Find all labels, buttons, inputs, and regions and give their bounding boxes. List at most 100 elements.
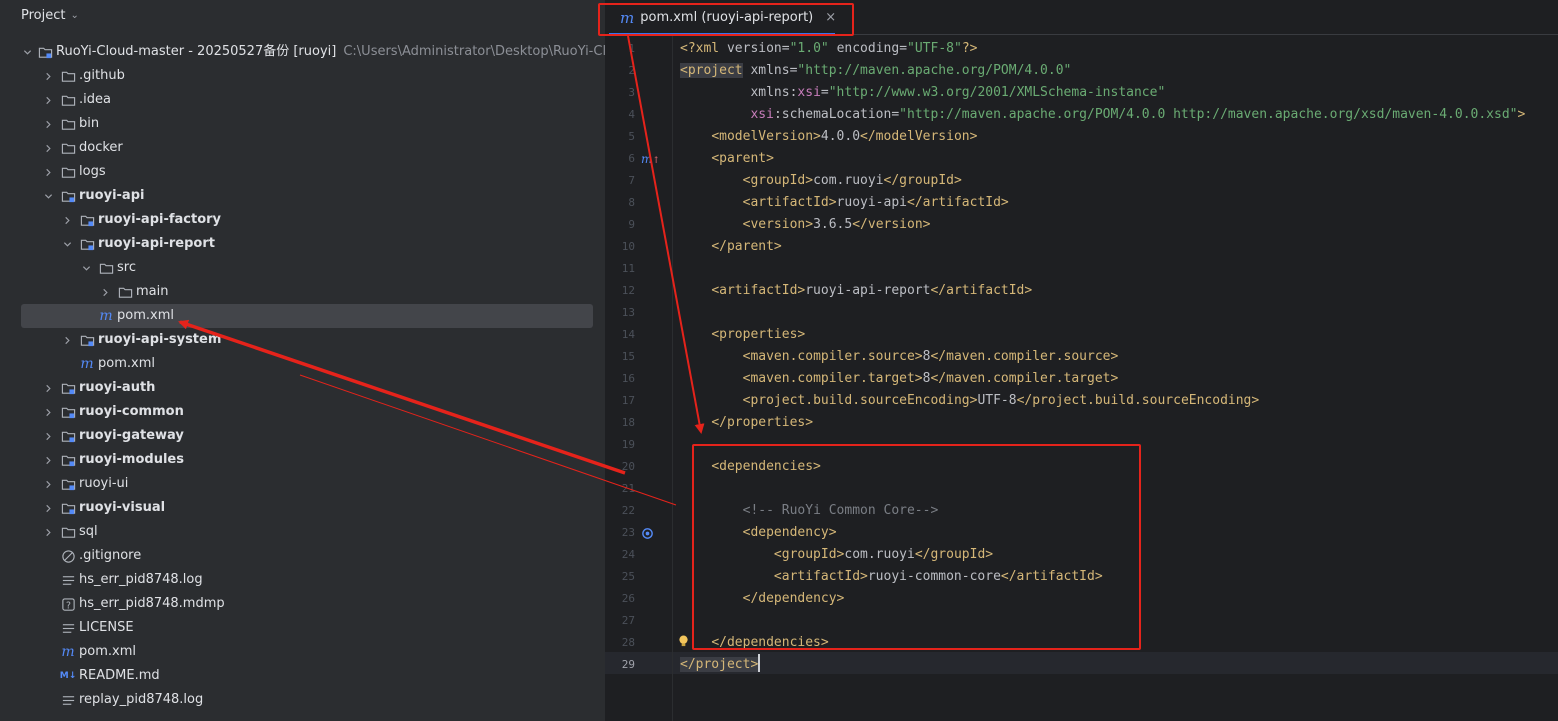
tree-item-label: hs_err_pid8748.mdmp	[79, 596, 225, 611]
tree-item[interactable]: ruoyi-api	[0, 184, 605, 208]
tree-item[interactable]: M↓ README.md	[0, 664, 605, 688]
code-line[interactable]: </parent>	[680, 236, 781, 258]
lightbulb-icon[interactable]	[678, 630, 689, 652]
tree-item[interactable]: src	[0, 256, 605, 280]
code-line[interactable]: <?xml version="1.0" encoding="UTF-8"?>	[680, 38, 977, 60]
tree-item[interactable]: ruoyi-common	[0, 400, 605, 424]
tree-item[interactable]: bin	[0, 112, 605, 136]
tree-item[interactable]: .github	[0, 64, 605, 88]
tree-item-label: .github	[79, 68, 125, 83]
tree-item[interactable]: ruoyi-gateway	[0, 424, 605, 448]
chevron-right-icon[interactable]	[42, 94, 54, 106]
tab-pom-xml-ruoyi-api-report[interactable]: m pom.xml (ruoyi-api-report) ×	[605, 0, 855, 35]
code-line[interactable]: <project.build.sourceEncoding>UTF-8</pro…	[680, 390, 1260, 412]
chevron-right-icon[interactable]	[42, 406, 54, 418]
module-folder-icon	[79, 236, 95, 252]
code-line[interactable]: xmlns:xsi="http://www.w3.org/2001/XMLSch…	[680, 82, 1165, 104]
chevron-right-icon[interactable]	[42, 118, 54, 130]
code-line[interactable]: <artifactId>ruoyi-api</artifactId>	[680, 192, 1009, 214]
tree-item-label: ruoyi-api-factory	[98, 212, 222, 227]
code-line[interactable]: <dependency>	[680, 522, 837, 544]
chevron-right-icon[interactable]	[42, 166, 54, 178]
chevron-right-icon[interactable]	[42, 454, 54, 466]
chevron-right-icon[interactable]	[42, 526, 54, 538]
tree-item[interactable]: hs_err_pid8748.log	[0, 568, 605, 592]
folder-icon	[60, 92, 76, 108]
code-token: 4.0.0	[820, 129, 861, 144]
code-line[interactable]: <groupId>com.ruoyi</groupId>	[680, 544, 993, 566]
chevron-right-icon[interactable]	[61, 334, 73, 346]
code-line[interactable]: <artifactId>ruoyi-common-core</artifactI…	[680, 566, 1103, 588]
code-token: ruoyi-api	[836, 195, 907, 210]
tree-item-label: .gitignore	[79, 548, 142, 563]
chevron-right-icon[interactable]	[42, 382, 54, 394]
code-line[interactable]: <dependencies>	[680, 456, 821, 478]
code-line[interactable]: </dependencies>	[680, 632, 829, 654]
tree-item-label: LICENSE	[79, 620, 134, 635]
line-number-gutter[interactable]: 1 2 3 4 5 6 7 8 9 10 11 12 13 14 15 16 17 18 19 20 21 22 23 24 2…	[605, 36, 673, 721]
tree-item[interactable]: ruoyi-auth	[0, 376, 605, 400]
code-line[interactable]: <maven.compiler.source>8</maven.compiler…	[680, 346, 1119, 368]
chevron-right-icon[interactable]	[42, 478, 54, 490]
code-line[interactable]: </project>	[680, 654, 759, 676]
code-line[interactable]: </dependency>	[680, 588, 845, 610]
project-view-selector[interactable]: Project ⌄	[0, 0, 605, 31]
code-line[interactable]: <!-- RuoYi Common Core-->	[680, 500, 939, 522]
tree-item[interactable]: docker	[0, 136, 605, 160]
tree-item[interactable]: ruoyi-modules	[0, 448, 605, 472]
tree-item[interactable]: LICENSE	[0, 616, 605, 640]
dependency-gutter-icon[interactable]	[641, 522, 657, 544]
chevron-down-icon[interactable]: ⌄	[70, 10, 78, 21]
chevron-down-icon[interactable]	[42, 190, 54, 202]
chevron-right-icon[interactable]	[42, 502, 54, 514]
tree-item[interactable]: RuoYi-Cloud-master - 20250527备份 [ruoyi] C…	[0, 40, 605, 64]
tree-item[interactable]: ruoyi-api-factory	[0, 208, 605, 232]
close-icon[interactable]: ×	[825, 10, 836, 25]
folder-icon	[60, 68, 76, 84]
tree-item[interactable]: ruoyi-api-report	[0, 232, 605, 256]
tree-item[interactable]: ? hs_err_pid8748.mdmp	[0, 592, 605, 616]
chevron-right-icon[interactable]	[42, 142, 54, 154]
chevron-right-icon[interactable]	[42, 70, 54, 82]
code-line[interactable]: <groupId>com.ruoyi</groupId>	[680, 170, 962, 192]
chevron-down-icon[interactable]	[80, 262, 92, 274]
code-line[interactable]: xsi:schemaLocation="http://maven.apache.…	[680, 104, 1525, 126]
code-line[interactable]: <properties>	[680, 324, 805, 346]
code-token: 3.6.5	[813, 217, 853, 232]
tree-item[interactable]: m pom.xml	[0, 352, 605, 376]
tree-item[interactable]: ruoyi-api-system	[0, 328, 605, 352]
tree-item[interactable]: .gitignore	[0, 544, 605, 568]
code-line[interactable]: <parent>	[680, 148, 774, 170]
code-line[interactable]: </properties>	[680, 412, 813, 434]
chevron-right-icon[interactable]	[42, 430, 54, 442]
code-line[interactable]: <maven.compiler.target>8</maven.compiler…	[680, 368, 1119, 390]
chevron-down-icon[interactable]	[61, 238, 73, 250]
tree-item[interactable]: ruoyi-ui	[0, 472, 605, 496]
line-number: 21	[621, 482, 635, 495]
tree-item[interactable]: m pom.xml	[0, 304, 605, 328]
chevron-down-icon[interactable]	[23, 46, 32, 58]
code-token: ruoyi-api-report	[805, 283, 931, 298]
tree-item[interactable]: ruoyi-visual	[0, 496, 605, 520]
code-line[interactable]: <artifactId>ruoyi-api-report</artifactId…	[680, 280, 1032, 302]
tree-item[interactable]: main	[0, 280, 605, 304]
code-token: ?>	[961, 41, 978, 56]
chevron-right-icon[interactable]	[99, 286, 111, 298]
code-token: "1.0"	[789, 41, 829, 56]
tree-item-label: RuoYi-Cloud-master - 20250527备份 [ruoyi]	[56, 44, 337, 59]
code-token: xmlns	[750, 85, 790, 100]
tree-item[interactable]: m pom.xml	[0, 640, 605, 664]
code-line[interactable]: <project xmlns="http://maven.apache.org/…	[680, 60, 1071, 82]
tree-item[interactable]: replay_pid8748.log	[0, 688, 605, 712]
tree-item[interactable]: .idea	[0, 88, 605, 112]
code-line[interactable]: <modelVersion>4.0.0</modelVersion>	[680, 126, 977, 148]
chevron-right-icon[interactable]	[61, 214, 73, 226]
code-line[interactable]: <version>3.6.5</version>	[680, 214, 931, 236]
tree-item[interactable]: sql	[0, 520, 605, 544]
maven-parent-gutter-icon[interactable]: m↑	[641, 148, 660, 170]
tree-item[interactable]: logs	[0, 160, 605, 184]
code-token: </dependencies>	[711, 635, 829, 650]
project-tree[interactable]: RuoYi-Cloud-master - 20250527备份 [ruoyi] C…	[0, 40, 605, 712]
